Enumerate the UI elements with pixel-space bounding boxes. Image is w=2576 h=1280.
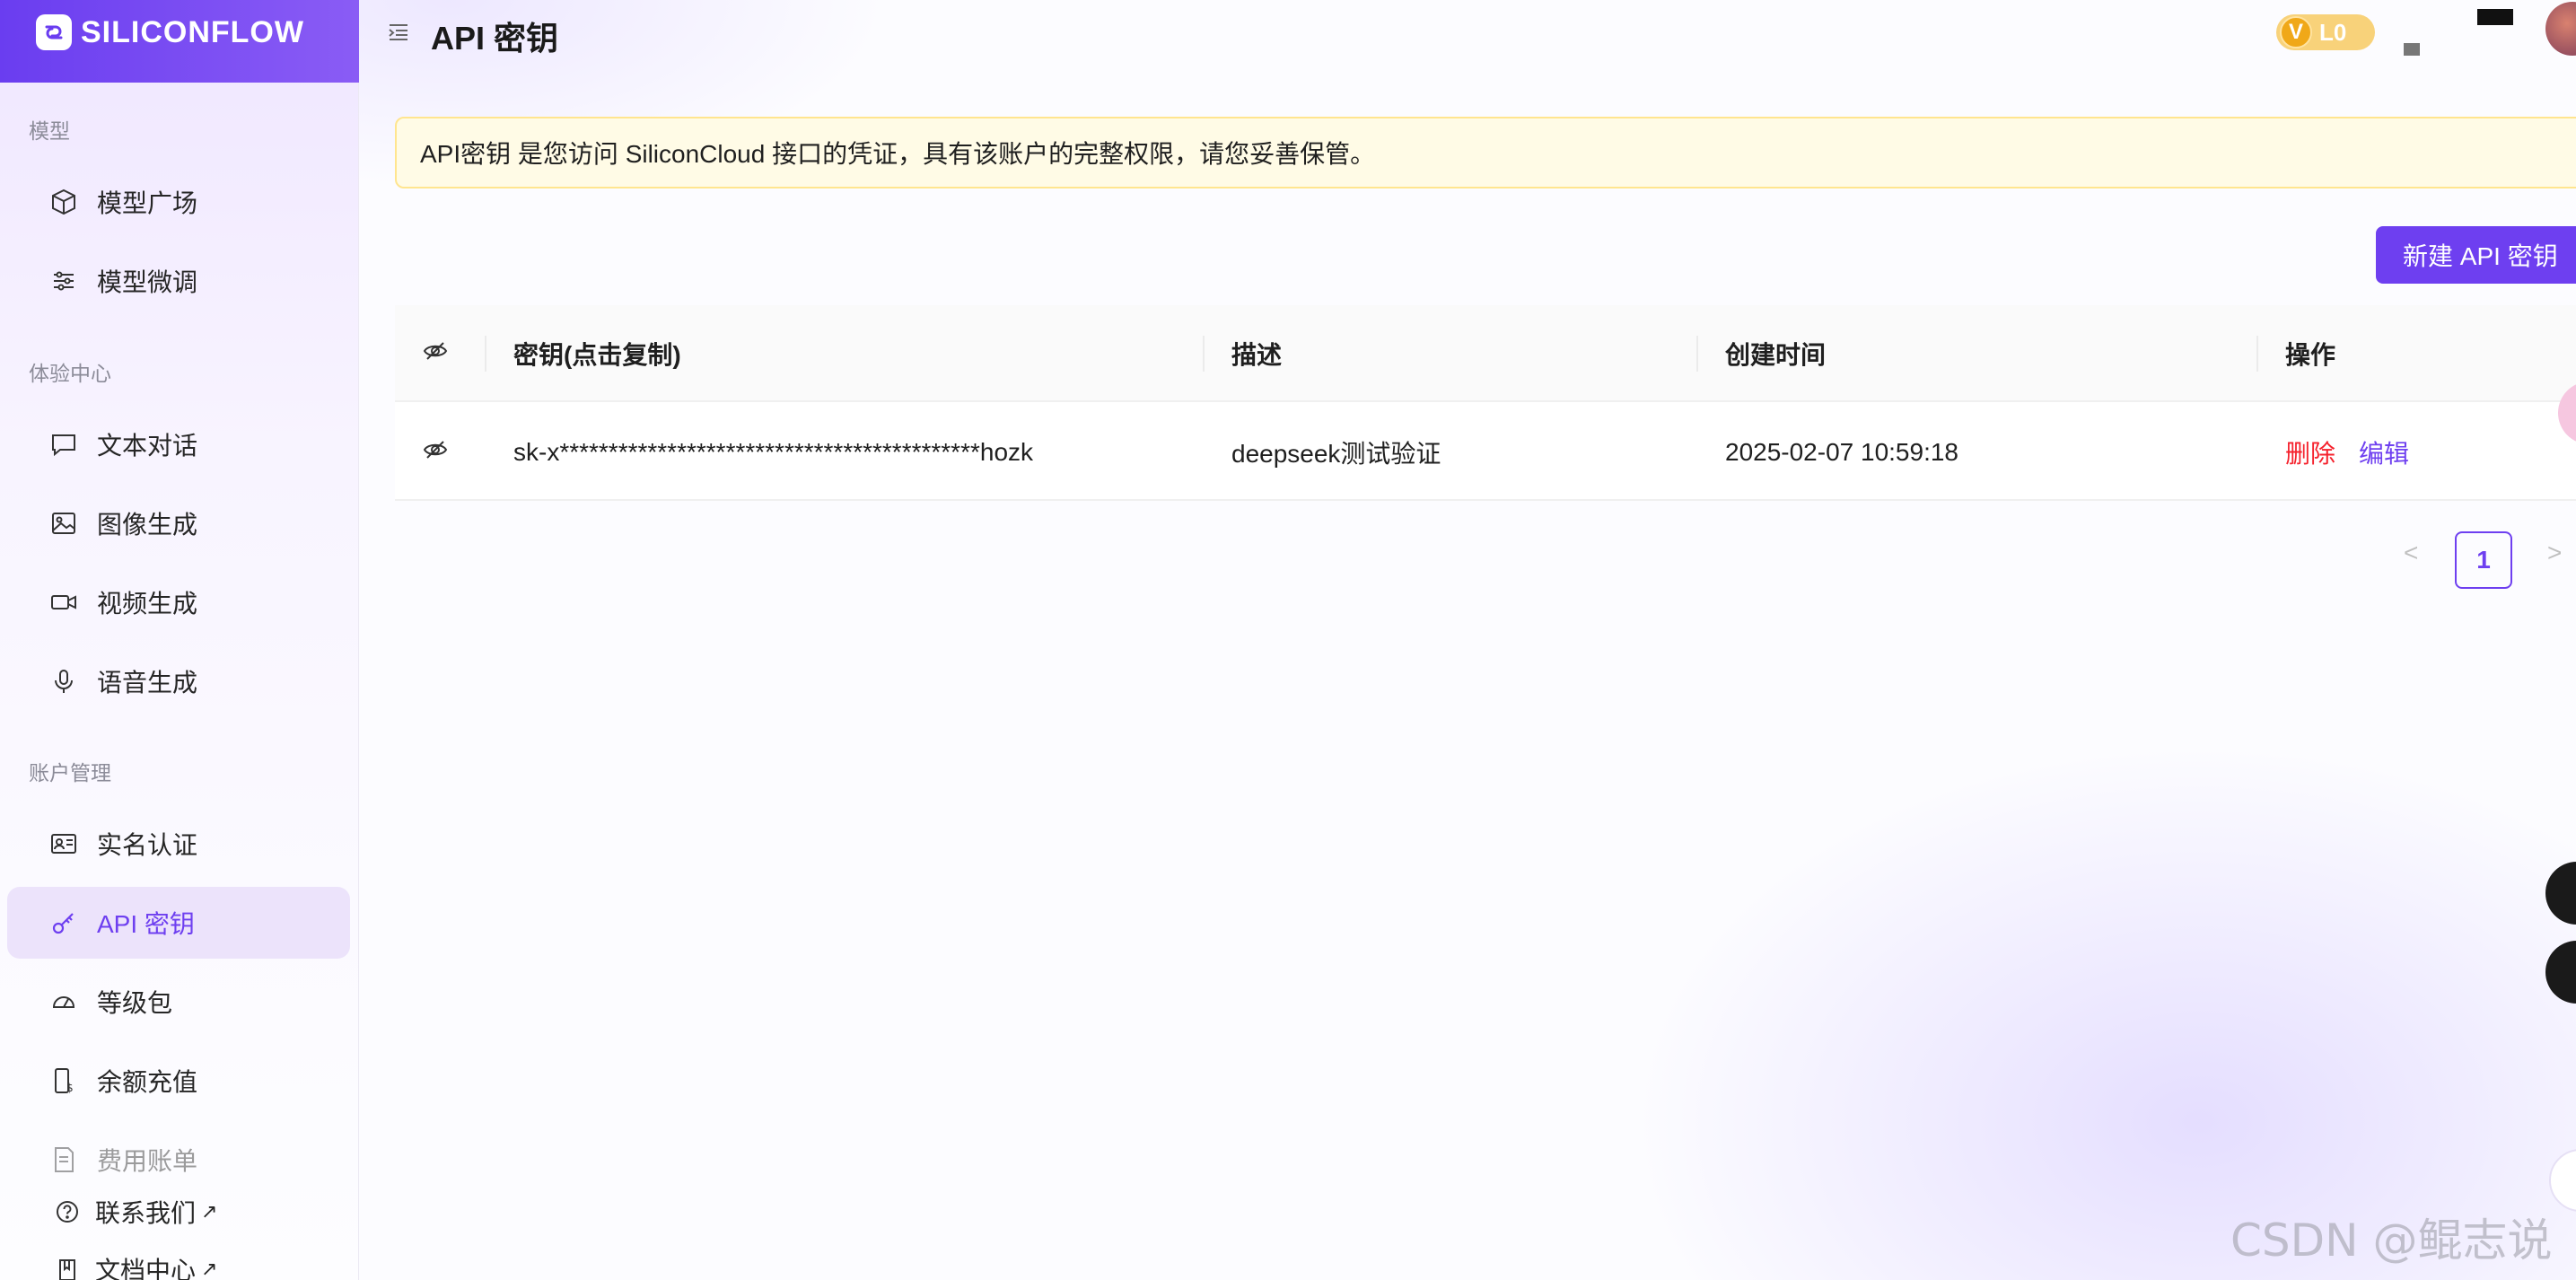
level-badge[interactable]: V L0 xyxy=(2276,14,2375,50)
api-key-description: deepseek测试验证 xyxy=(1231,440,1441,468)
api-key-value[interactable]: sk-x************************************… xyxy=(513,404,1033,501)
sidebar-item-model-finetune[interactable]: 模型微调 xyxy=(7,245,350,317)
section-label-models: 模型 xyxy=(29,119,70,143)
column-header-description: 描述 xyxy=(1231,341,1283,369)
toggle-visibility-all[interactable] xyxy=(422,305,458,402)
sidebar: SILICONFLOW 模型 模型广场 模型微调 体验中心 文本对话 图像生成 … xyxy=(0,0,359,1280)
sidebar-item-level-pack[interactable]: 等级包 xyxy=(7,966,350,1038)
svg-text:$: $ xyxy=(66,1082,74,1094)
sidebar-item-label: 语音生成 xyxy=(97,669,198,697)
new-api-key-button[interactable]: 新建 API 密钥 xyxy=(2376,226,2576,284)
sidebar-item-api-keys[interactable]: API 密钥 xyxy=(7,887,350,959)
table-row: sk-x************************************… xyxy=(395,404,2576,501)
toggle-key-visibility[interactable] xyxy=(422,404,458,501)
level-badge-label: L0 xyxy=(2319,18,2347,46)
floating-assistant-button[interactable] xyxy=(2545,941,2576,1004)
video-camera-icon xyxy=(48,587,79,618)
section-label-account: 账户管理 xyxy=(29,761,111,785)
id-card-icon xyxy=(48,828,79,859)
logo-text: SILICONFLOW xyxy=(81,14,304,49)
sidebar-item-voice-gen[interactable]: 语音生成 xyxy=(7,645,350,717)
floating-help-button[interactable] xyxy=(2549,1149,2576,1212)
sidebar-item-label: 图像生成 xyxy=(97,511,198,539)
sidebar-item-model-square[interactable]: 模型广场 xyxy=(7,166,350,238)
notice-banner: API密钥 是您访问 SiliconCloud 接口的凭证，具有该账户的完整权限… xyxy=(395,117,2576,188)
key-icon xyxy=(48,907,79,938)
sidebar-item-video-gen[interactable]: 视频生成 xyxy=(7,566,350,638)
eye-off-icon xyxy=(422,436,449,469)
sidebar-item-label: 费用账单 xyxy=(97,1147,198,1175)
external-link-icon: ↗ xyxy=(201,1200,218,1223)
table-header: 密钥(点击复制) 描述 创建时间 操作 xyxy=(395,305,2576,402)
book-icon xyxy=(54,1256,81,1280)
api-key-table: 密钥(点击复制) 描述 创建时间 操作 sk-x****************… xyxy=(395,305,2576,501)
docs-center-link[interactable]: 文档中心 ↗ xyxy=(54,1251,217,1280)
column-divider xyxy=(1696,336,1698,372)
sidebar-item-label: 模型广场 xyxy=(97,189,198,217)
logo-bar[interactable]: SILICONFLOW xyxy=(0,0,359,83)
edit-key-link[interactable]: 编辑 xyxy=(2359,434,2409,470)
menu-collapse-icon[interactable] xyxy=(386,20,411,45)
column-divider xyxy=(485,336,486,372)
avatar[interactable] xyxy=(2545,2,2576,56)
pagination-next-button[interactable]: > xyxy=(2547,539,2562,567)
delete-key-link[interactable]: 删除 xyxy=(2285,434,2335,470)
row-actions: 删除 编辑 xyxy=(2285,404,2409,501)
column-header-actions: 操作 xyxy=(2285,341,2336,369)
sidebar-item-real-name[interactable]: 实名认证 xyxy=(7,808,350,880)
sidebar-item-text-chat[interactable]: 文本对话 xyxy=(7,408,350,480)
sidebar-item-image-gen[interactable]: 图像生成 xyxy=(7,487,350,559)
vip-level-icon: V xyxy=(2280,16,2312,48)
column-header-created: 创建时间 xyxy=(1725,341,1827,369)
contact-us-label: 联系我们 xyxy=(95,1199,197,1227)
bill-icon xyxy=(48,1144,79,1175)
external-link-icon: ↗ xyxy=(201,1258,218,1280)
sidebar-item-label: 等级包 xyxy=(97,989,173,1017)
top-bar: API 密钥 V L0 xyxy=(359,0,2576,72)
api-key-created-time: 2025-02-07 10:59:18 xyxy=(1725,438,1958,466)
redacted-user-info xyxy=(2404,43,2420,56)
main-content: API 密钥 V L0 API密钥 是您访问 SiliconCloud 接口的凭… xyxy=(359,0,2576,1280)
cube-icon xyxy=(48,187,79,217)
pagination-prev-button[interactable]: < xyxy=(2404,539,2418,567)
eye-off-icon xyxy=(422,338,449,371)
redacted-user-info xyxy=(2477,9,2513,25)
pagination-page-1[interactable]: 1 xyxy=(2455,531,2512,589)
sidebar-item-recharge[interactable]: $ 余额充值 xyxy=(7,1045,350,1117)
image-icon xyxy=(48,508,79,539)
chat-bubble-icon xyxy=(48,429,79,460)
sidebar-item-label: 余额充值 xyxy=(97,1068,198,1096)
contact-us-link[interactable]: 联系我们 ↗ xyxy=(54,1194,217,1230)
microphone-icon xyxy=(48,666,79,697)
help-circle-icon xyxy=(54,1198,81,1225)
page-title: API 密钥 xyxy=(431,20,559,57)
recharge-icon: $ xyxy=(48,1065,79,1096)
sidebar-item-label: 模型微调 xyxy=(97,268,198,296)
gauge-icon xyxy=(48,986,79,1017)
floating-apps-button[interactable] xyxy=(2545,862,2576,925)
sidebar-item-label: 文本对话 xyxy=(97,432,198,460)
siliconflow-logo-icon xyxy=(36,14,72,50)
column-header-key: 密钥(点击复制) xyxy=(513,341,681,369)
docs-center-label: 文档中心 xyxy=(95,1257,197,1280)
sidebar-item-label: API 密钥 xyxy=(97,910,195,938)
sliders-icon xyxy=(48,266,79,296)
sidebar-item-billing[interactable]: 费用账单 xyxy=(7,1124,350,1196)
sidebar-item-label: 视频生成 xyxy=(97,590,198,618)
column-divider xyxy=(1203,336,1205,372)
sidebar-item-label: 实名认证 xyxy=(97,831,198,859)
notice-text: API密钥 是您访问 SiliconCloud 接口的凭证，具有该账户的完整权限… xyxy=(420,140,1376,168)
section-label-experience: 体验中心 xyxy=(29,362,111,385)
watermark: CSDN @鲲志说 xyxy=(2230,1214,2553,1267)
column-divider xyxy=(2256,336,2258,372)
